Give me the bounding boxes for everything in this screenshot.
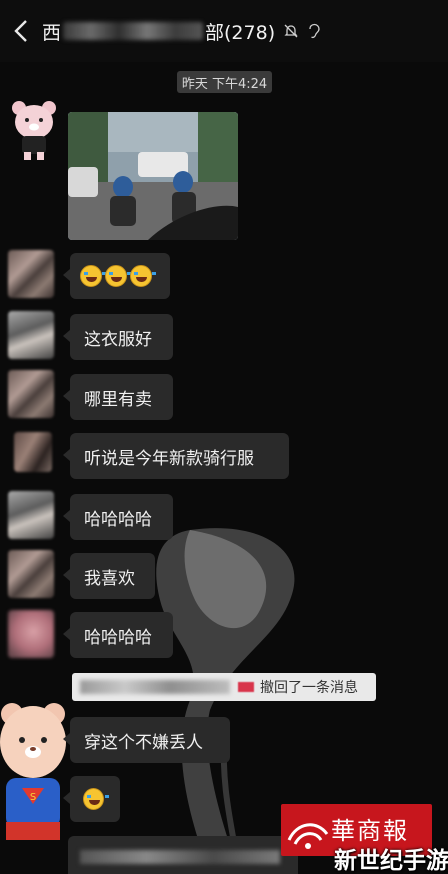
tears-of-joy-emoji-icon [80, 265, 106, 287]
avatar-user-2[interactable] [8, 311, 54, 359]
back-arrow-icon[interactable] [10, 18, 34, 44]
message-bubble[interactable]: 听说是今年新款骑行服 [63, 433, 289, 479]
message-text: 听说是今年新款骑行服 [84, 448, 254, 469]
svg-text:S: S [30, 792, 36, 803]
avatar-user-5[interactable] [8, 491, 54, 539]
time-divider: 昨天 下午4:24 [177, 71, 272, 93]
message-text: 哈哈哈哈 [84, 627, 152, 648]
message-text: 穿这个不嫌丢人 [84, 732, 203, 753]
tears-of-joy-emoji-icon [105, 265, 131, 287]
message-bubble[interactable]: 哪里有卖 [63, 374, 173, 420]
site-watermark: 新世纪手游 [334, 848, 448, 874]
redacted-badge [238, 682, 254, 692]
message-emoji-bubble[interactable] [63, 253, 170, 299]
message-bubble-partial[interactable] [68, 836, 298, 874]
recall-notice: 撤回了一条消息 [72, 673, 376, 701]
ear-icon [309, 23, 320, 39]
avatar-user-7[interactable] [8, 610, 54, 658]
message-emoji-bubble[interactable] [63, 776, 120, 822]
redacted-group-name [63, 22, 204, 40]
chat-title-prefix: 西 [42, 21, 62, 44]
message-bubble[interactable]: 哈哈哈哈 [63, 494, 173, 540]
chat-title[interactable]: 西 部(278) [42, 16, 321, 46]
message-bubble[interactable]: 我喜欢 [63, 553, 155, 599]
redacted-sender-name [80, 680, 230, 694]
chat-title-suffix: 部(278) [205, 21, 276, 44]
message-bubble[interactable]: 穿这个不嫌丢人 [63, 717, 230, 763]
avatar-user-3[interactable] [8, 370, 54, 418]
thinking-emoji-icon [83, 788, 109, 810]
tears-of-joy-emoji-icon [130, 265, 156, 287]
avatar-user-1[interactable] [8, 250, 54, 298]
redacted-message-text [80, 850, 280, 864]
message-text: 哪里有卖 [84, 389, 152, 410]
bell-off-icon [284, 24, 298, 38]
message-bubble[interactable]: 哈哈哈哈 [63, 612, 173, 658]
avatar-user-6[interactable] [8, 550, 54, 598]
message-text: 哈哈哈哈 [84, 509, 152, 530]
brand-logo-icon [287, 823, 329, 849]
message-bubble[interactable]: 这衣服好 [63, 314, 173, 360]
message-text: 我喜欢 [84, 568, 135, 589]
chat-header: 西 部(278) [0, 0, 448, 62]
avatar-bear[interactable] [10, 98, 58, 164]
message-text: 这衣服好 [84, 329, 152, 350]
photo-message[interactable] [68, 112, 238, 240]
recall-text: 撤回了一条消息 [260, 680, 358, 696]
avatar-superman-bear[interactable]: S [0, 700, 66, 860]
avatar-user-4[interactable] [14, 432, 52, 472]
